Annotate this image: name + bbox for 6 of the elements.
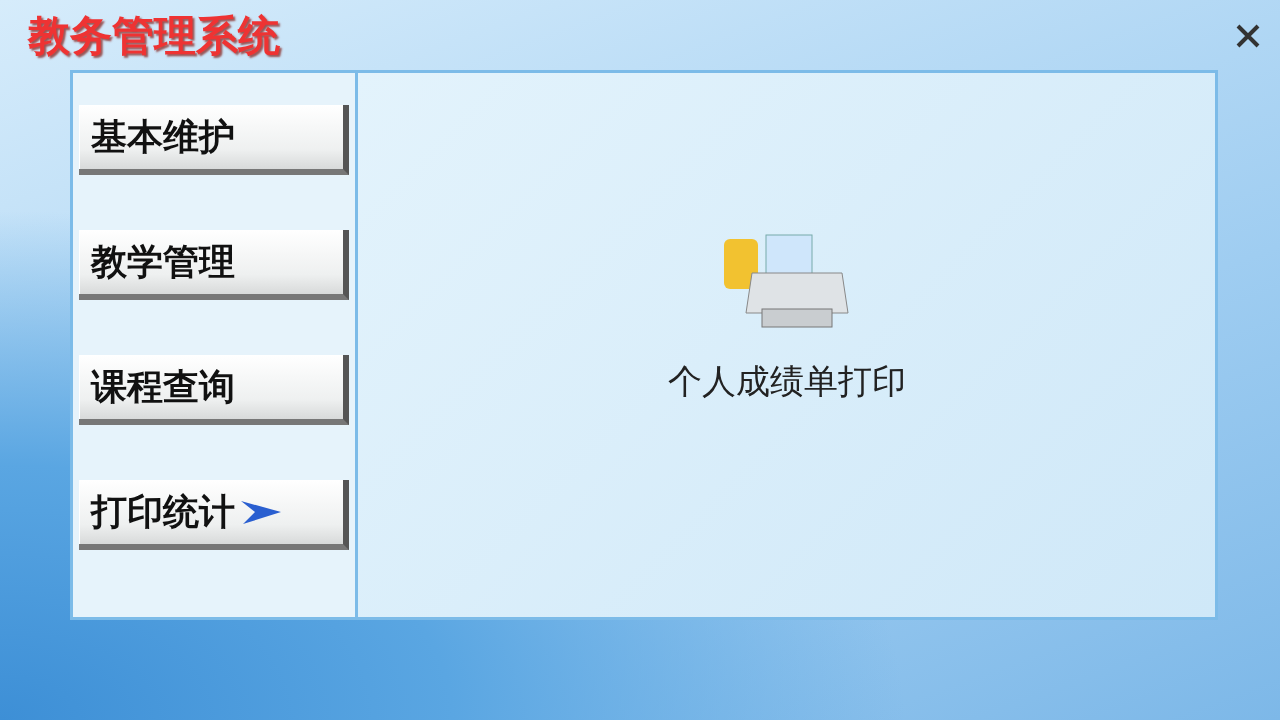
menu-button[interactable]: 教学管理 xyxy=(79,230,349,300)
menu-button[interactable]: 打印统计 xyxy=(79,480,349,550)
menu-button[interactable]: 基本维护 xyxy=(79,105,349,175)
item-label[interactable]: 个人成绩单打印 xyxy=(667,359,906,405)
menu-button[interactable]: 课程查询 xyxy=(79,355,349,425)
window-title: 教务管理系统 xyxy=(28,10,280,62)
